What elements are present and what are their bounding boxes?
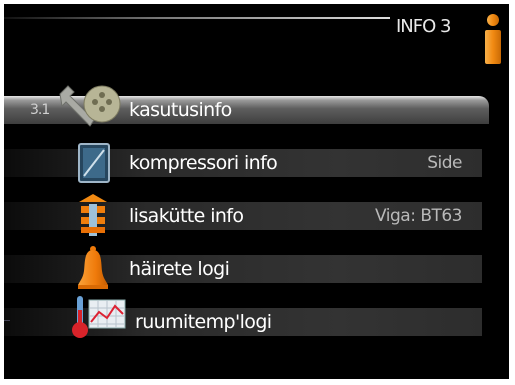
wrench-icon xyxy=(59,85,121,127)
menu-number: 3.1 xyxy=(30,102,50,118)
menu-item-label: ruumitemp'logi xyxy=(135,311,272,333)
scroll-marker xyxy=(4,320,10,321)
menu-item-hairete-logi[interactable]: häirete logi xyxy=(4,246,482,289)
menu-item-label: kompressori info xyxy=(129,152,278,174)
menu-item-label: lisakütte info xyxy=(129,205,244,227)
display-screen: INFO 3 3.1 kasutusinfo kompressori info … xyxy=(4,4,509,379)
menu-item-label: häirete logi xyxy=(129,258,230,280)
menu-item-value: Side xyxy=(427,153,462,173)
menu-item-kasutusinfo[interactable]: 3.1 kasutusinfo xyxy=(4,85,489,127)
menu-item-lisakutte-info[interactable]: lisakütte info Viga: BT63 xyxy=(4,194,482,236)
menu-item-kompressori-info[interactable]: kompressori info Side xyxy=(4,143,482,183)
compressor-icon xyxy=(78,143,110,183)
header-divider xyxy=(4,17,390,19)
menu-item-ruumitemp-logi[interactable]: ruumitemp'logi xyxy=(4,296,482,338)
menu-item-label: kasutusinfo xyxy=(129,99,232,121)
menu-item-value: Viga: BT63 xyxy=(375,206,463,226)
page-title: INFO 3 xyxy=(396,16,451,37)
heater-icon xyxy=(79,194,107,236)
info-icon xyxy=(485,14,501,64)
bell-icon xyxy=(78,246,108,289)
temp-graph-icon xyxy=(72,296,126,338)
